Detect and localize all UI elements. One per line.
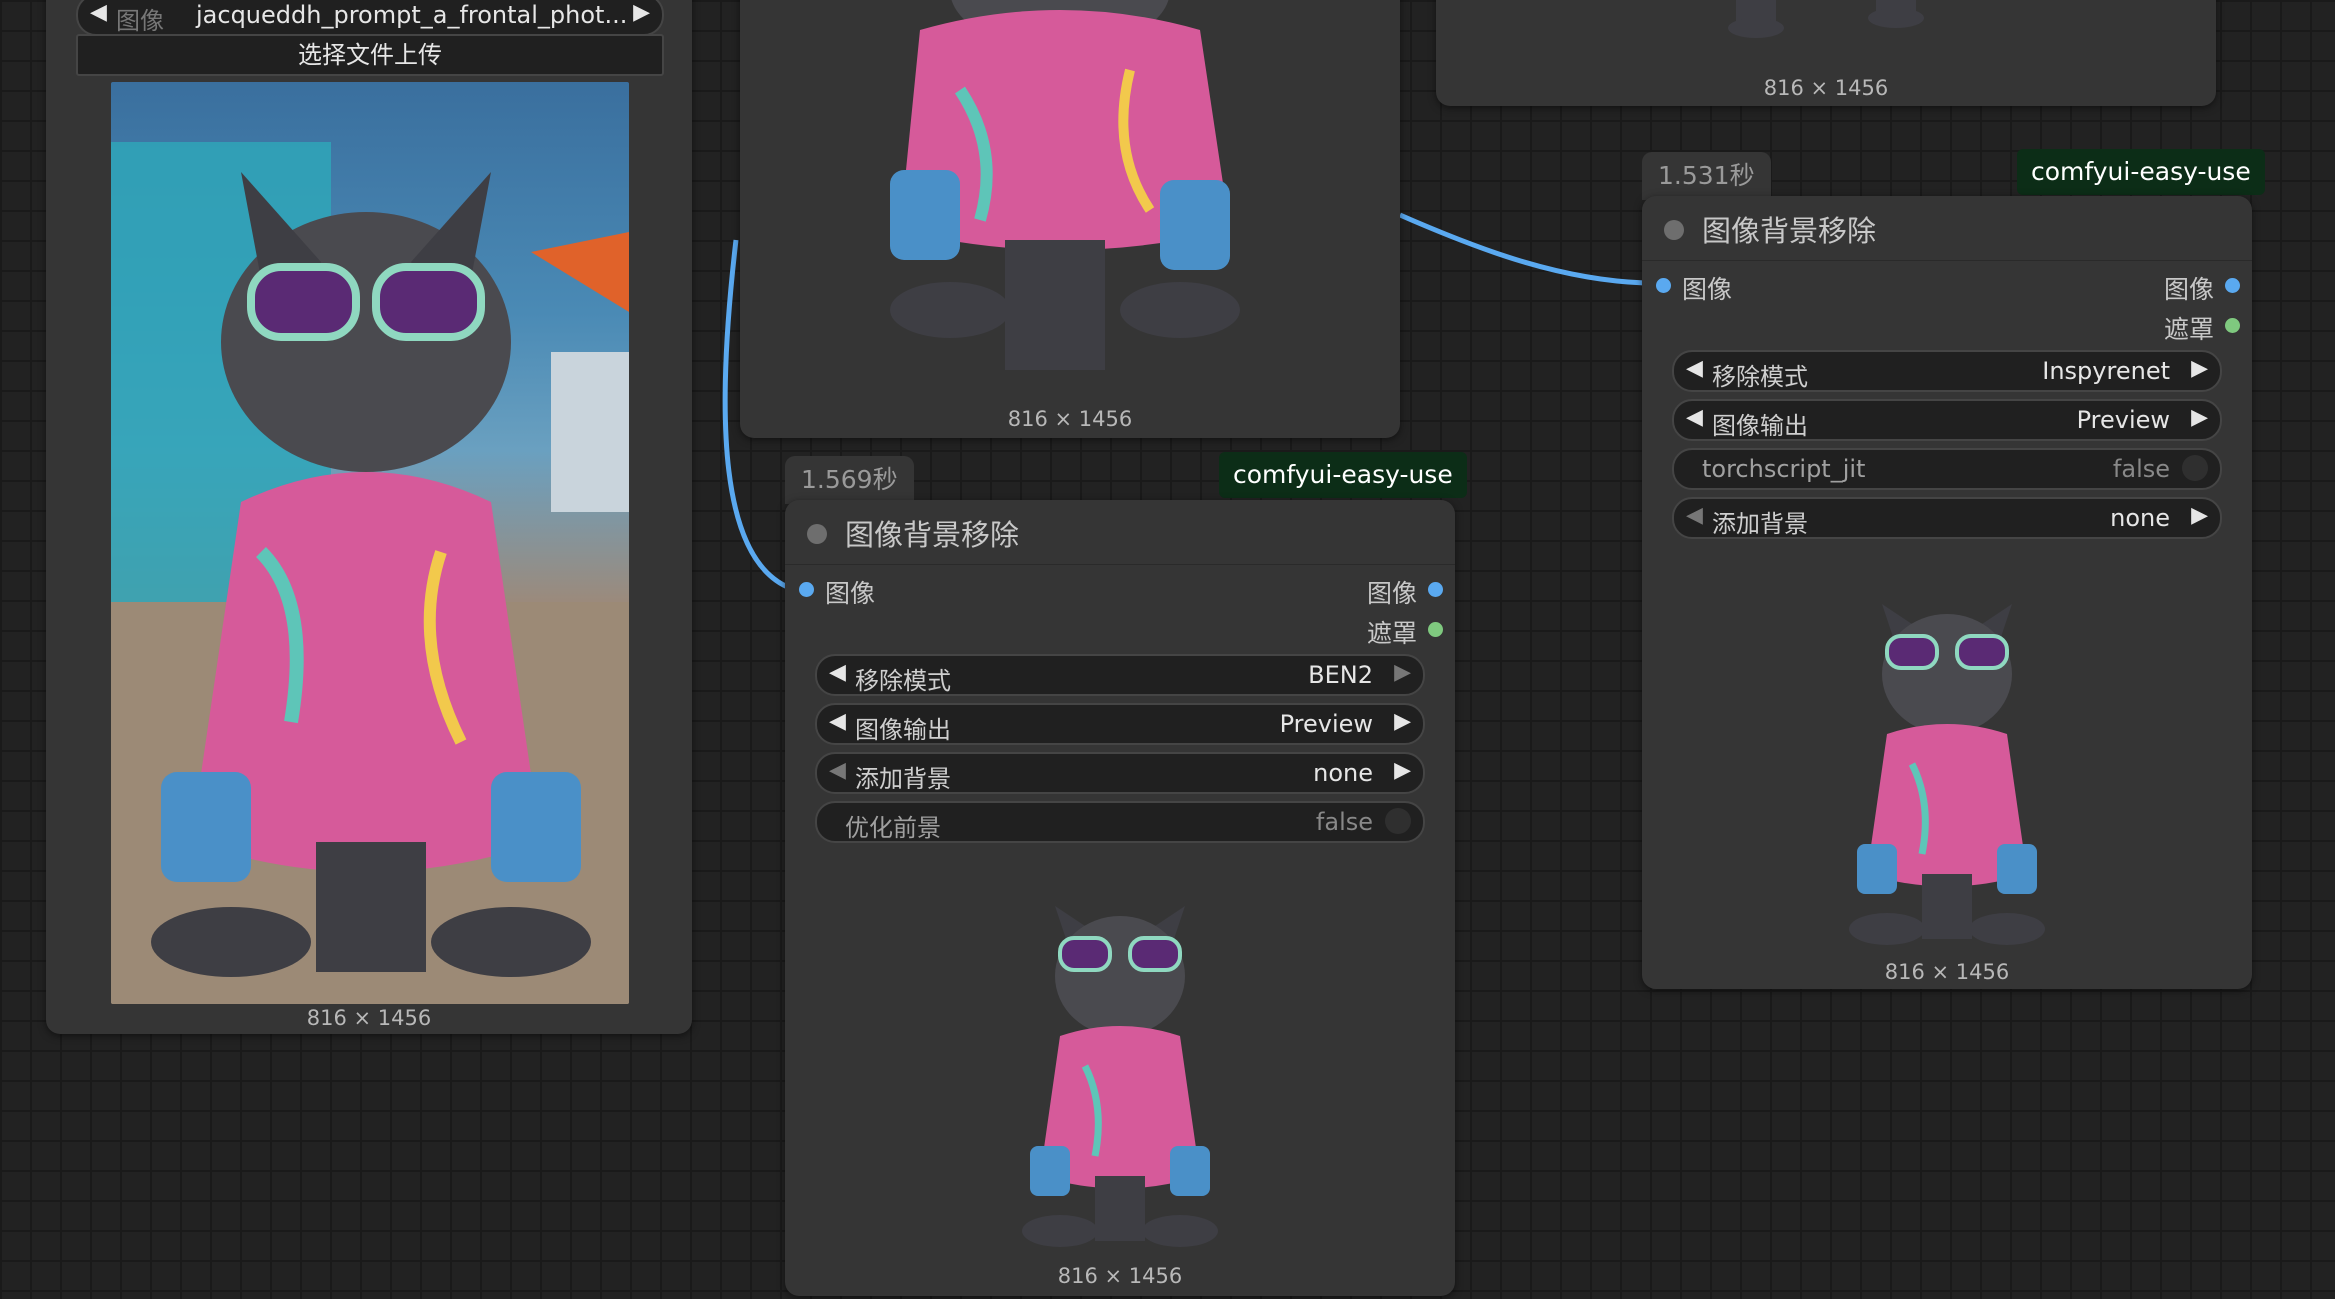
input-port-dot-icon[interactable] [1656, 278, 1671, 293]
mid-node-timing: 1.569秒 [785, 456, 914, 504]
mode-label: 移除模式 [855, 667, 951, 695]
background-label: 添加背景 [855, 765, 951, 793]
mid-node-badge: comfyui-easy-use [1219, 452, 1467, 498]
arrow-right-icon[interactable]: ▶ [633, 0, 650, 25]
source-dims: 816 × 1456 [306, 1006, 432, 1030]
output-mask-label: 遮罩 [2163, 315, 2214, 344]
mid-node-header[interactable]: 图像背景移除 [785, 500, 1455, 565]
preview-node-top-right[interactable]: 816 × 1456 [1436, 0, 2216, 106]
output-image-dot-icon[interactable] [1428, 582, 1443, 597]
source-photo [111, 82, 629, 1004]
arrow-right-icon[interactable]: ▶ [1394, 660, 1411, 685]
output-combo[interactable]: ◀ 图像输出 Preview ▶ [815, 703, 1425, 745]
arrow-left-icon[interactable]: ◀ [90, 0, 107, 25]
upload-button-label: 选择文件上传 [298, 41, 442, 69]
arrow-left-icon[interactable]: ◀ [1686, 405, 1703, 430]
right-node-badge: comfyui-easy-use [2017, 149, 2265, 195]
output-mask-dot-icon[interactable] [2225, 318, 2240, 333]
output-mask-dot-icon[interactable] [1428, 622, 1443, 637]
jit-value: false [2112, 455, 2170, 483]
collapse-dot-icon[interactable] [807, 524, 827, 544]
dog-cutout-graphic [890, 0, 1240, 370]
input-port-label: 图像 [825, 579, 876, 608]
mode-value: Inspyrenet [2042, 357, 2170, 385]
output-value: Preview [1279, 710, 1373, 738]
refine-value: false [1315, 808, 1373, 836]
arrow-left-icon[interactable]: ◀ [1686, 356, 1703, 381]
load-image-node[interactable]: ◀ 图像 jacqueddh_prompt_a_frontal_phot... … [46, 0, 692, 1034]
bg-removal-node-mid[interactable]: 图像背景移除 图像 图像 遮罩 ◀ 移除模式 BEN2 ▶ ◀ 图像输出 Pre… [785, 500, 1455, 1296]
output-image-dot-icon[interactable] [2225, 278, 2240, 293]
arrow-left-icon[interactable]: ◀ [829, 660, 846, 685]
dog-legs-graphic [1728, 0, 1924, 38]
arrow-right-icon[interactable]: ▶ [1394, 709, 1411, 734]
mode-combo[interactable]: ◀ 移除模式 BEN2 ▶ [815, 654, 1425, 696]
output-combo[interactable]: ◀ 图像输出 Preview ▶ [1672, 399, 2222, 441]
image-selector[interactable]: ◀ 图像 jacqueddh_prompt_a_frontal_phot... … [76, 0, 664, 36]
arrow-left-icon[interactable]: ◀ [829, 709, 846, 734]
right-node-timing: 1.531秒 [1642, 152, 1771, 200]
background-value: none [1313, 759, 1373, 787]
dog-cutout-graphic [1849, 604, 2045, 945]
jit-toggle[interactable]: torchscript_jit false [1672, 448, 2222, 490]
preview-top-middle-dims: 816 × 1456 [1007, 407, 1133, 431]
mode-combo[interactable]: ◀ 移除模式 Inspyrenet ▶ [1672, 350, 2222, 392]
source-photo-graphic [111, 142, 629, 1004]
mode-value: BEN2 [1308, 661, 1373, 689]
preview-top-middle-photo [850, 0, 1270, 390]
jit-label: torchscript_jit [1702, 455, 1866, 483]
preview-node-top-middle[interactable]: 816 × 1456 [740, 0, 1400, 438]
arrow-right-icon[interactable]: ▶ [2191, 405, 2208, 430]
image-selector-label: 图像 [116, 7, 164, 35]
output-label: 图像输出 [1712, 412, 1808, 440]
output-mask-label: 遮罩 [1366, 619, 1417, 648]
mode-label: 移除模式 [1712, 363, 1808, 391]
arrow-right-icon[interactable]: ▶ [2191, 356, 2208, 381]
right-node-dims: 816 × 1456 [1884, 960, 2010, 984]
arrow-left-icon[interactable]: ◀ [829, 758, 846, 783]
refine-label: 优化前景 [845, 814, 941, 842]
mid-node-dims: 816 × 1456 [1057, 1264, 1183, 1288]
upload-button[interactable]: 选择文件上传 [76, 34, 664, 76]
link-to-right-node[interactable] [1398, 212, 1646, 286]
background-combo[interactable]: ◀ 添加背景 none ▶ [1672, 497, 2222, 539]
image-selector-value: jacqueddh_prompt_a_frontal_phot... [196, 1, 628, 29]
refine-toggle[interactable]: 优化前景 false [815, 801, 1425, 843]
mid-node-title: 图像背景移除 [845, 518, 1020, 552]
collapse-dot-icon[interactable] [1664, 220, 1684, 240]
toggle-knob-icon[interactable] [2182, 455, 2208, 481]
output-value: Preview [2076, 406, 2170, 434]
dog-cutout-graphic [1022, 906, 1218, 1247]
arrow-right-icon[interactable]: ▶ [2191, 503, 2208, 528]
preview-top-right-photo [1706, 0, 1946, 40]
background-value: none [2110, 504, 2170, 532]
right-node-title: 图像背景移除 [1702, 214, 1877, 248]
bg-removal-node-right[interactable]: 图像背景移除 图像 图像 遮罩 ◀ 移除模式 Inspyrenet ▶ ◀ 图像… [1642, 196, 2252, 989]
input-port-dot-icon[interactable] [799, 582, 814, 597]
toggle-knob-icon[interactable] [1385, 808, 1411, 834]
output-image-label: 图像 [1366, 579, 1417, 608]
input-port-label: 图像 [1682, 275, 1733, 304]
output-image-label: 图像 [2163, 275, 2214, 304]
arrow-right-icon[interactable]: ▶ [1394, 758, 1411, 783]
preview-top-right-dims: 816 × 1456 [1763, 76, 1889, 100]
right-node-header[interactable]: 图像背景移除 [1642, 196, 2252, 261]
output-label: 图像输出 [855, 716, 951, 744]
right-preview-photo [1842, 574, 2052, 954]
background-combo[interactable]: ◀ 添加背景 none ▶ [815, 752, 1425, 794]
arrow-left-icon[interactable]: ◀ [1686, 503, 1703, 528]
mid-preview-photo [1015, 876, 1225, 1256]
background-label: 添加背景 [1712, 510, 1808, 538]
